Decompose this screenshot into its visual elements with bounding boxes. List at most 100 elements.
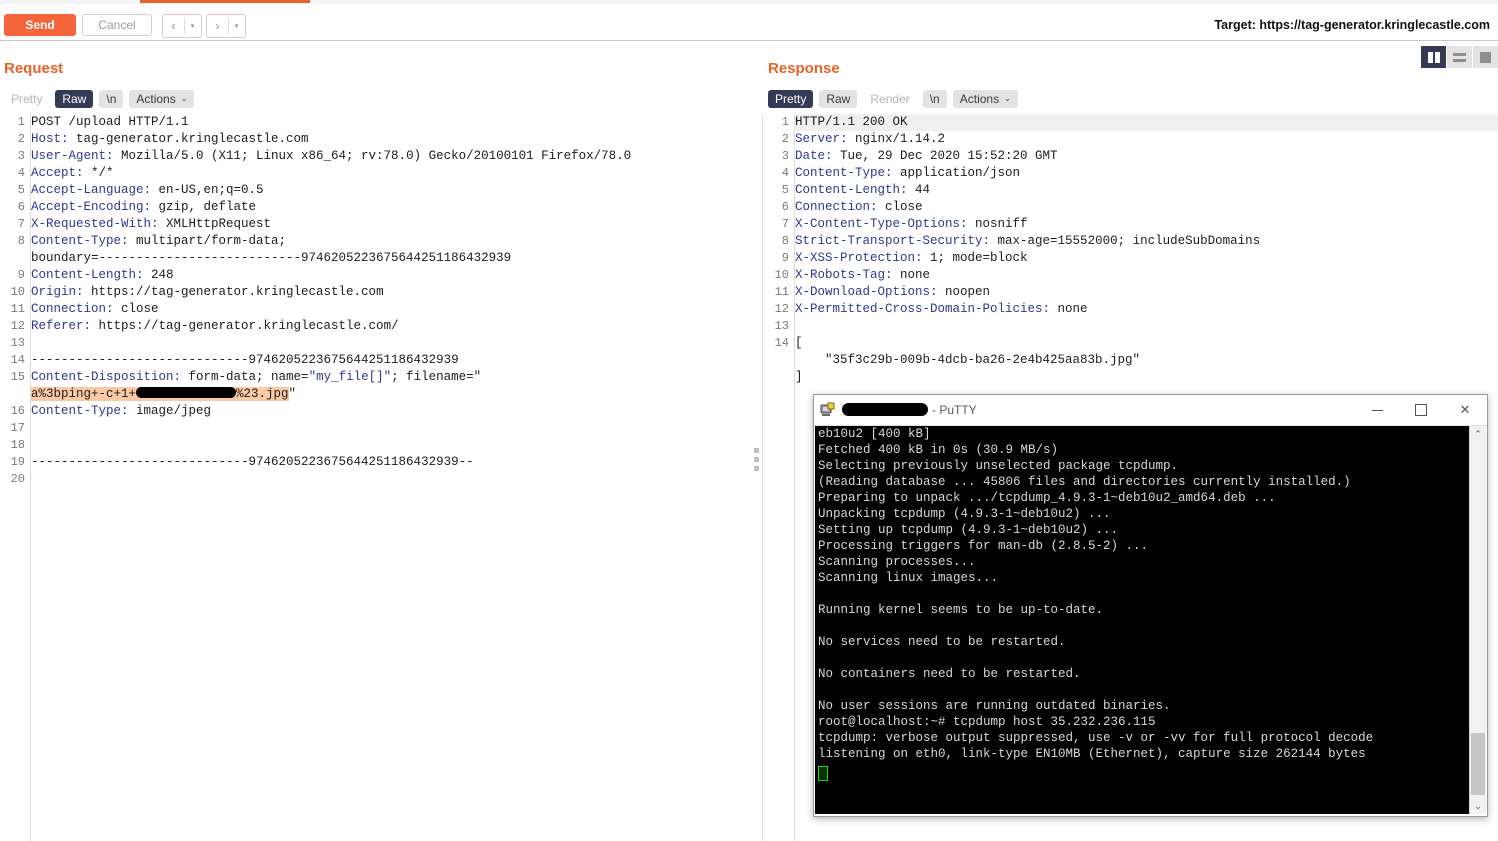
- panel-drag-handle[interactable]: [752, 448, 760, 471]
- forward-arrow-icon[interactable]: ›: [207, 15, 228, 37]
- split-horizontal-icon: [1453, 52, 1466, 62]
- message-line: Content-Type: application/json: [795, 166, 1021, 180]
- request-actions-label: Actions: [136, 92, 176, 106]
- line-number: 10: [10, 285, 25, 299]
- tab-request-pretty[interactable]: Pretty: [4, 90, 49, 108]
- repeater-toolbar: Send Cancel ‹ ▾ › ▾ Target: https://tag-…: [0, 4, 1498, 40]
- tab-response-render[interactable]: Render: [863, 90, 916, 108]
- request-editor[interactable]: 1 2 3 4 5 6 7 8 9 10 11 12 13 14 15 16 17 18 19 20 POST /up…: [0, 114, 760, 841]
- forward-chevron-down-icon[interactable]: ▾: [229, 15, 244, 37]
- line-number: 7: [17, 217, 25, 231]
- message-line: Date: Tue, 29 Dec 2020 15:52:20 GMT: [795, 149, 1058, 163]
- header-name: X-Requested-With:: [31, 217, 159, 231]
- back-arrow-icon[interactable]: ‹: [163, 15, 184, 37]
- request-message-content[interactable]: POST /upload HTTP/1.1 Host: tag-generator…: [31, 114, 760, 841]
- message-line: X-Permitted-Cross-Domain-Policies: none: [795, 302, 1088, 316]
- history-forward-group[interactable]: › ▾: [206, 14, 246, 38]
- message-line: X-Robots-Tag: none: [795, 268, 931, 282]
- tab-response-pretty[interactable]: Pretty: [768, 90, 814, 108]
- putty-title: - PuTTY: [842, 402, 977, 417]
- terminal-cursor: [818, 766, 828, 781]
- request-panel-title: Request: [4, 60, 64, 77]
- request-editor-body[interactable]: 1 2 3 4 5 6 7 8 9 10 11 12 13 14 15 16 17 18 19 20 POST /up…: [0, 114, 760, 841]
- chevron-down-icon: ⌄: [180, 94, 188, 103]
- message-line: X-Download-Options: noopen: [795, 285, 991, 299]
- message-line: Accept-Language: en-US,en;q=0.5: [31, 183, 264, 197]
- message-line: Content-Type: image/jpeg: [31, 404, 212, 418]
- tab-request-newline[interactable]: \n: [99, 90, 124, 108]
- back-chevron-down-icon[interactable]: ▾: [185, 15, 200, 37]
- putty-scrollbar[interactable]: ⌃ ⌄: [1469, 426, 1486, 814]
- payload-suffix: %23.jpg: [236, 387, 289, 401]
- line-number: 2: [781, 132, 789, 146]
- split-horizontal-button[interactable]: [1447, 46, 1472, 68]
- line-number: 8: [17, 234, 25, 248]
- single-pane-icon: [1480, 51, 1491, 63]
- line-number: 10: [774, 268, 789, 282]
- header-name: Origin:: [31, 285, 84, 299]
- terminal-line: (Reading database ... 45806 files and di…: [818, 475, 1351, 489]
- message-line: [31, 335, 760, 352]
- request-actions-button[interactable]: Actions ⌄: [129, 90, 195, 108]
- line-number: 11: [10, 302, 25, 316]
- message-line: [31, 437, 760, 454]
- single-pane-button[interactable]: [1473, 46, 1498, 68]
- message-line: -----------------------------97462052236…: [31, 353, 459, 367]
- response-actions-label: Actions: [959, 92, 1000, 106]
- header-name: Date:: [795, 149, 833, 163]
- active-tab-underline: [140, 0, 310, 3]
- line-number: 11: [774, 285, 789, 299]
- header-name: Connection:: [795, 200, 878, 214]
- header-name: Content-Disposition:: [31, 370, 182, 384]
- header-name: Accept-Encoding:: [31, 200, 152, 214]
- header-name: Content-Length:: [795, 183, 908, 197]
- scroll-down-icon[interactable]: ⌄: [1470, 798, 1486, 814]
- filename-payload-line: a%3bping+-c+1+ %23.jpg": [31, 386, 760, 403]
- scroll-up-icon[interactable]: ⌃: [1470, 426, 1486, 442]
- scrollbar-thumb[interactable]: [1471, 733, 1485, 795]
- toolbar-separator: [0, 40, 1498, 41]
- split-vertical-button[interactable]: [1421, 46, 1446, 68]
- message-line: Connection: close: [31, 302, 159, 316]
- maximize-button[interactable]: [1399, 395, 1443, 425]
- line-number: 18: [10, 438, 25, 452]
- line-number: 1: [781, 115, 789, 129]
- send-button[interactable]: Send: [4, 14, 76, 36]
- header-name: Host:: [31, 132, 69, 146]
- putty-titlebar[interactable]: - PuTTY ✕: [814, 395, 1487, 426]
- payload-prefix: a%3bping+-c+1+: [31, 387, 137, 401]
- putty-terminal[interactable]: eb10u2 [400 kB] Fetched 400 kB in 0s (30.…: [815, 426, 1469, 814]
- cancel-button[interactable]: Cancel: [82, 14, 152, 36]
- message-line: Origin: https://tag-generator.kringlecas…: [31, 285, 384, 299]
- minimize-icon: [1371, 409, 1383, 411]
- terminal-line: tcpdump: verbose output suppressed, use …: [818, 731, 1374, 745]
- putty-window[interactable]: - PuTTY ✕ eb10u2 [400 kB] Fetched 400 kB …: [813, 394, 1488, 817]
- response-actions-button[interactable]: Actions ⌄: [952, 90, 1018, 108]
- message-line: boundary=---------------------------9746…: [31, 251, 512, 265]
- tab-request-raw[interactable]: Raw: [55, 90, 94, 108]
- request-tabbar: Pretty Raw \n Actions ⌄: [4, 90, 195, 108]
- terminal-line: Running kernel seems to be up-to-date.: [818, 603, 1104, 617]
- line-number: 9: [781, 251, 789, 265]
- line-number: 12: [10, 319, 25, 333]
- terminal-line: No user sessions are running outdated bi…: [818, 699, 1171, 713]
- history-back-group[interactable]: ‹ ▾: [162, 14, 202, 38]
- close-button[interactable]: ✕: [1443, 395, 1487, 425]
- split-vertical-icon: [1427, 51, 1440, 63]
- terminal-line: Preparing to unpack .../tcpdump_4.9.3-1~…: [818, 491, 1276, 505]
- tab-response-raw[interactable]: Raw: [819, 90, 858, 108]
- message-line: X-Requested-With: XMLHttpRequest: [31, 217, 272, 231]
- header-name: X-Download-Options:: [795, 285, 938, 299]
- terminal-line: Scanning linux images...: [818, 571, 999, 585]
- tab-response-newline[interactable]: \n: [922, 90, 947, 108]
- target-label: Target: https://tag-generator.kringlecas…: [1214, 18, 1490, 32]
- terminal-line: No containers need to be restarted.: [818, 667, 1081, 681]
- message-line: User-Agent: Mozilla/5.0 (X11; Linux x86_…: [31, 149, 632, 163]
- minimize-button[interactable]: [1355, 395, 1399, 425]
- line-number: 14: [10, 353, 25, 367]
- terminal-line: Fetched 400 kB in 0s (30.9 MB/s): [818, 443, 1059, 457]
- terminal-line: Unpacking tcpdump (4.9.3-1~deb10u2) ...: [818, 507, 1111, 521]
